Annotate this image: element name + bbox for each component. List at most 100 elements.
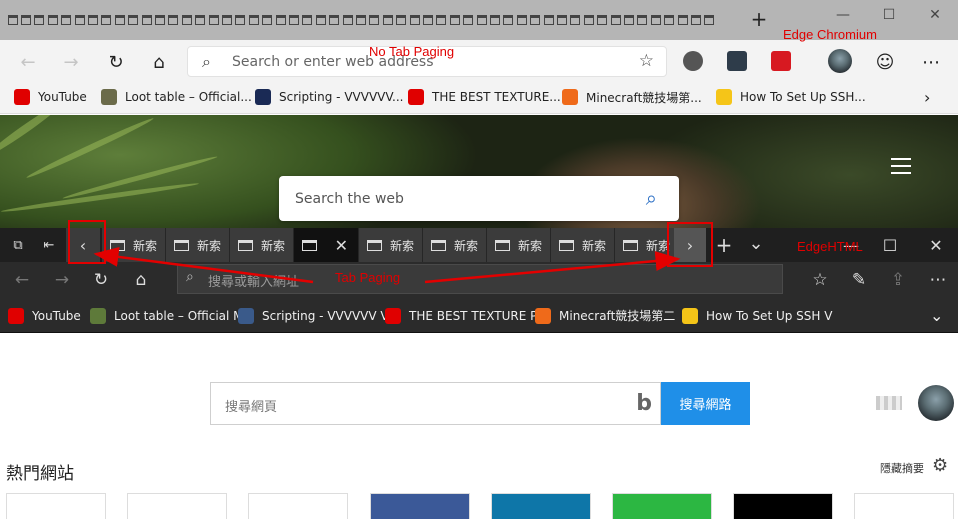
top-site-tile[interactable] (854, 493, 955, 519)
favorites-hub-icon[interactable]: ☆ (802, 264, 838, 296)
chromium-bookmark-item[interactable]: YouTube (14, 82, 87, 112)
edgehtml-bookmark-item[interactable]: Minecraft競技場第二 (535, 298, 675, 333)
chromium-mini-tab[interactable] (689, 8, 702, 32)
chromium-mini-tab[interactable] (234, 8, 247, 32)
edgehtml-tab[interactable]: 新索 (487, 228, 551, 262)
chromium-mini-tab[interactable] (261, 8, 274, 32)
top-site-tile[interactable] (369, 493, 470, 519)
edgehtml-maximize-button[interactable]: ☐ (867, 228, 913, 262)
hero-menu-icon[interactable] (891, 158, 911, 174)
extension-red-icon[interactable] (771, 51, 791, 71)
chromium-mini-tab[interactable] (488, 8, 501, 32)
edgehtml-bookmark-item[interactable]: Scripting - VVVVVV V (238, 298, 389, 333)
chromium-mini-tab[interactable] (153, 8, 166, 32)
chromium-minimize-button[interactable]: — (820, 0, 866, 30)
chromium-new-tab-button[interactable]: + (748, 8, 770, 30)
ntp-search-button[interactable]: 搜尋網路 (661, 382, 750, 425)
edgehtml-bookmarks-more-icon[interactable]: ⌄ (930, 298, 943, 333)
chromium-mini-tab[interactable] (60, 8, 73, 32)
chromium-mini-tab[interactable] (100, 8, 113, 32)
chromium-mini-tab[interactable] (73, 8, 86, 32)
chromium-mini-tab[interactable] (368, 8, 381, 32)
gear-icon[interactable]: ⚙ (932, 455, 948, 476)
edgehtml-forward-button[interactable]: → (44, 264, 80, 296)
chromium-refresh-button[interactable]: ↻ (100, 46, 132, 78)
chromium-bookmark-item[interactable]: Loot table – Official... (101, 82, 252, 112)
chromium-mini-tab[interactable] (274, 8, 287, 32)
chromium-back-button[interactable]: ← (12, 46, 44, 78)
chromium-mini-tab[interactable] (649, 8, 662, 32)
chromium-mini-tab[interactable] (596, 8, 609, 32)
chromium-mini-tab[interactable] (127, 8, 140, 32)
chromium-mini-tab[interactable] (622, 8, 635, 32)
tab-set-aside-icon[interactable]: ⧉ (2, 228, 34, 262)
chromium-mini-tab[interactable] (421, 8, 434, 32)
top-site-tile[interactable] (248, 493, 349, 519)
chromium-mini-tab[interactable] (529, 8, 542, 32)
chromium-more-icon[interactable]: ⋯ (915, 46, 947, 78)
edgehtml-bookmark-item[interactable]: YouTube (8, 298, 81, 333)
hide-digest-link[interactable]: 隱藏摘要 (880, 460, 924, 476)
edgehtml-tab[interactable]: 新索 (359, 228, 423, 262)
edgehtml-profile-avatar[interactable] (918, 385, 954, 421)
chromium-mini-tab[interactable] (395, 8, 408, 32)
chromium-mini-tab[interactable] (703, 8, 716, 32)
edgehtml-bookmark-item[interactable]: THE BEST TEXTURE P (385, 298, 537, 333)
edgehtml-tab[interactable]: 新索 (230, 228, 294, 262)
chromium-maximize-button[interactable]: ☐ (866, 0, 912, 30)
chromium-mini-tab[interactable] (33, 8, 46, 32)
pen-notes-icon[interactable]: ✎ (841, 264, 877, 296)
edgehtml-tab[interactable]: 新索 (551, 228, 615, 262)
chromium-mini-tab[interactable] (609, 8, 622, 32)
chromium-mini-tab[interactable] (167, 8, 180, 32)
chromium-mini-tab[interactable] (676, 8, 689, 32)
extension-icon[interactable] (727, 51, 747, 71)
chromium-close-button[interactable]: ✕ (912, 0, 958, 30)
chromium-home-button[interactable]: ⌂ (143, 46, 175, 78)
chromium-mini-tab[interactable] (555, 8, 568, 32)
chromium-mini-tab[interactable] (636, 8, 649, 32)
chromium-mini-tab[interactable] (207, 8, 220, 32)
chromium-mini-tab[interactable] (46, 8, 59, 32)
chromium-mini-tab[interactable] (140, 8, 153, 32)
chromium-mini-tab[interactable] (408, 8, 421, 32)
chromium-mini-tab[interactable] (542, 8, 555, 32)
favorite-star-icon[interactable]: ☆ (639, 51, 654, 71)
chromium-profile-avatar[interactable] (828, 49, 852, 73)
chromium-mini-tab[interactable] (663, 8, 676, 32)
edgehtml-tab-active[interactable]: ✕ (294, 228, 359, 262)
feedback-smiley-icon[interactable]: ☺ (869, 46, 901, 78)
chromium-mini-tab[interactable] (475, 8, 488, 32)
edgehtml-tab[interactable]: 新索 (423, 228, 487, 262)
edgehtml-refresh-button[interactable]: ↻ (83, 264, 119, 296)
edgehtml-home-button[interactable]: ⌂ (123, 264, 159, 296)
chromium-mini-tab[interactable] (301, 8, 314, 32)
chromium-bookmark-item[interactable]: Scripting - VVVVVV... (255, 82, 403, 112)
chromium-bookmarks-more-icon[interactable]: › (924, 82, 930, 112)
chromium-mini-tab[interactable] (582, 8, 595, 32)
chromium-mini-tab[interactable] (381, 8, 394, 32)
edgehtml-address-bar[interactable]: ⌕ 搜尋或輸入網址 (177, 264, 783, 294)
chromium-forward-button[interactable]: → (55, 46, 87, 78)
chromium-mini-tab[interactable] (287, 8, 300, 32)
top-site-tile[interactable] (6, 493, 106, 519)
edgehtml-bookmark-item[interactable]: Loot table – Official M (90, 298, 244, 333)
top-site-tile[interactable] (127, 493, 228, 519)
top-site-tile[interactable] (490, 493, 591, 519)
chromium-bookmark-item[interactable]: THE BEST TEXTURE... (408, 82, 561, 112)
close-tab-icon[interactable]: ✕ (335, 236, 348, 255)
share-icon[interactable]: ⇪ (880, 264, 916, 296)
edgehtml-more-icon[interactable]: ⋯ (920, 264, 956, 296)
search-icon[interactable]: ⌕ (646, 186, 657, 210)
ntp-search-box[interactable]: 搜尋網頁 b (210, 382, 661, 425)
edgehtml-tab[interactable]: 新索 (166, 228, 230, 262)
chromium-mini-tab[interactable] (113, 8, 126, 32)
hero-search-box[interactable]: Search the web ⌕ (279, 176, 679, 221)
top-site-tile[interactable] (612, 493, 712, 519)
chromium-mini-tab[interactable] (462, 8, 475, 32)
chromium-mini-tab[interactable] (314, 8, 327, 32)
chromium-mini-tab[interactable] (354, 8, 367, 32)
edgehtml-tab[interactable]: 新索 (102, 228, 166, 262)
chromium-bookmark-item[interactable]: How To Set Up SSH... (716, 82, 866, 112)
edgehtml-close-button[interactable]: ✕ (913, 228, 958, 262)
